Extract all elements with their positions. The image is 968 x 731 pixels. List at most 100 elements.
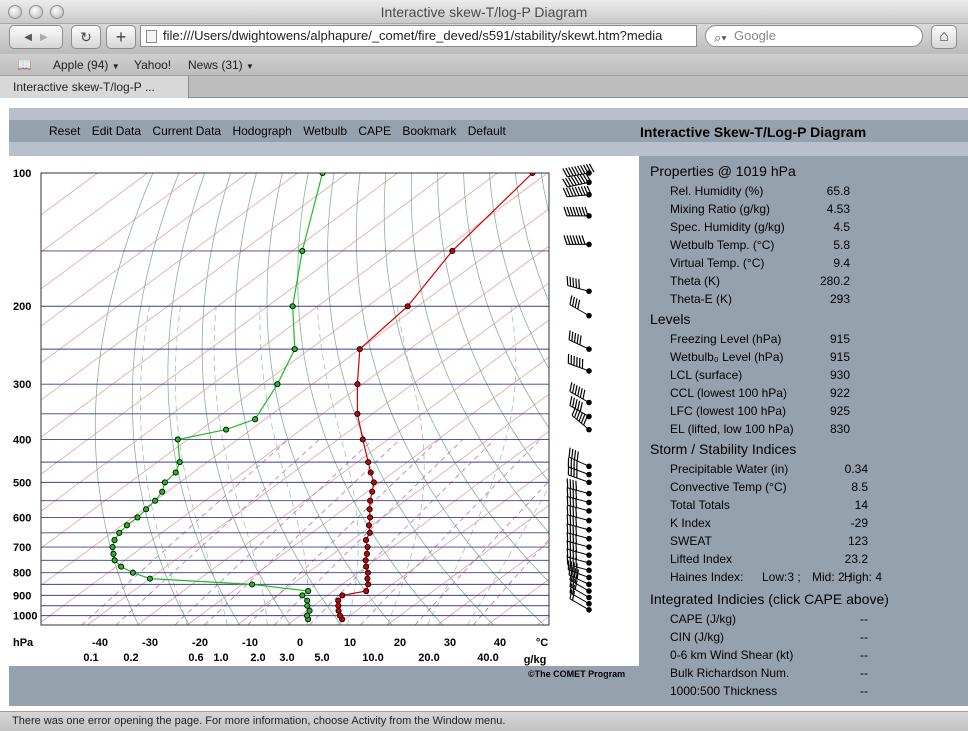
dewpoint-point [123,522,131,529]
wind-barb-feather [571,397,576,408]
skewt-chart[interactable]: 1002003004005006007008009001000hPa -40 -30… [9,156,639,666]
dry-adiabat-line [619,173,639,625]
search-input[interactable]: ⌕▾ Google [705,25,923,47]
dry-adiabat-line [437,173,549,483]
property-value: 280.2 [819,274,850,288]
wind-barb-feather [579,335,582,345]
chevron-down-icon: ▼ [111,62,120,71]
isotherm-line [41,173,498,512]
back-forward-button[interactable]: ◀ ▶ [9,25,63,49]
wind-barb-feather [569,524,572,534]
wind-barb [562,185,592,198]
temperature-point [364,544,371,551]
menu-wetbulb[interactable]: Wetbulb [303,124,347,138]
isotherm-line [41,173,198,290]
level-value: 830 [829,422,850,436]
level-row: LCL (surface) 930 [670,368,968,386]
dry-adiabat-line [463,173,549,429]
address-field[interactable]: file:///Users/dwightowens/alphapure/_com… [140,25,697,47]
back-arrow-icon[interactable]: ◀ [24,32,32,43]
wind-barb-station [586,544,592,550]
menu-reset[interactable]: Reset [49,124,80,138]
wind-barb-feather [575,489,578,500]
menu-edit-data[interactable]: Edit Data [92,124,141,138]
temperature-point [363,550,371,557]
bookmarks-book-icon[interactable]: 📖 [17,58,32,72]
property-value: 65.8 [826,184,850,198]
property-label: Spec. Humidity (g/kg) [670,220,785,234]
add-bookmark-button[interactable]: + [106,25,136,49]
level-value: 915 [829,350,850,364]
wind-barb-feather [575,278,578,288]
isotherm-line [41,173,398,438]
wind-barb-feather [572,206,577,217]
bookmark-news[interactable]: News (31) ▼ [188,58,254,72]
temperature-point [354,410,361,417]
wind-barb-feather [566,478,569,488]
wind-barb-feather [572,524,575,535]
wind-barb-feather [575,507,578,518]
plus-icon: + [115,26,127,47]
temperature-tick-label: -30 [142,637,158,649]
wind-barb-staff [568,474,590,483]
menu-default[interactable]: Default [468,124,506,138]
index-label: K Index [670,516,711,530]
property-value: 9.4 [833,256,850,270]
skewt-plot-panel[interactable]: 100 200 300 400 500 600 700 800 900 1000 hPa -40 -30… [9,156,639,666]
wind-barb-feather [568,330,571,340]
wind-barb-feather [582,389,586,400]
wind-barb [567,353,592,374]
dewpoint-point [291,346,298,353]
temperature-point [364,575,371,582]
property-row: Virtual Temp. (°C) 9.4 [670,256,968,274]
wind-barb-feather [572,488,575,499]
wind-barb-feather [571,331,574,342]
isotherm-line [41,173,298,364]
wind-barb-feather [578,235,583,245]
dewpoint-point [146,575,153,582]
level-row: EL (lifted, low 100 hPa) 830 [670,422,968,440]
dewpoint-point [306,607,313,614]
dewpoint-point [161,479,168,486]
haines-high: High: 4 [844,570,883,584]
property-label: Theta-E (K) [670,292,733,306]
wind-barb-feather [576,451,579,461]
property-row: Wetbulb Temp. (°C) 5.8 [670,238,968,256]
wind-barb-feather [571,296,576,307]
temperature-point [354,381,361,388]
wind-barb [569,295,592,319]
tab-skewt[interactable]: Interactive skew-T/log-P ... [0,76,189,98]
pressure-tick-label: 300 [13,379,31,391]
wind-barb-feather [573,332,577,343]
bookmark-apple[interactable]: Apple (94) ▼ [53,58,120,72]
menu-bookmark[interactable]: Bookmark [402,124,456,138]
dewpoint-point [299,247,306,254]
dewpoint-point [111,557,118,564]
dewpoint-point [176,459,183,466]
dewpoint-point [289,303,296,310]
reload-button[interactable]: ↻ [71,25,101,49]
temperature-point [404,303,411,310]
wind-barb-feather [572,277,575,288]
wind-barb-feather [578,206,583,217]
integrated-row: CIN (J/kg) -- [670,630,968,648]
forward-arrow-icon[interactable]: ▶ [40,32,48,43]
wind-barb-staff [567,504,590,512]
bookmark-yahoo[interactable]: Yahoo! [134,58,171,72]
menu-hodograph[interactable]: Hodograph [232,124,291,138]
menu-current-data[interactable]: Current Data [152,124,221,138]
mixing-ratio-line [414,480,549,625]
level-row: LFC (lowest 100 hPa) 925 [670,404,968,422]
search-placeholder: Google [734,28,776,43]
temperature-point [529,173,536,177]
menu-cape[interactable]: CAPE [358,124,391,138]
home-button[interactable]: ⌂ [931,25,957,49]
level-value: 930 [829,368,850,382]
wind-barb-feather [563,206,568,217]
dewpoint-point [303,612,311,619]
wind-barb-feather [573,450,577,460]
wind-barb-feather [568,447,571,458]
mixing-ratio-tick-label: 0.6 [188,652,203,664]
property-row: Theta-E (K) 293 [670,292,968,310]
dewpoint-point [249,581,256,588]
